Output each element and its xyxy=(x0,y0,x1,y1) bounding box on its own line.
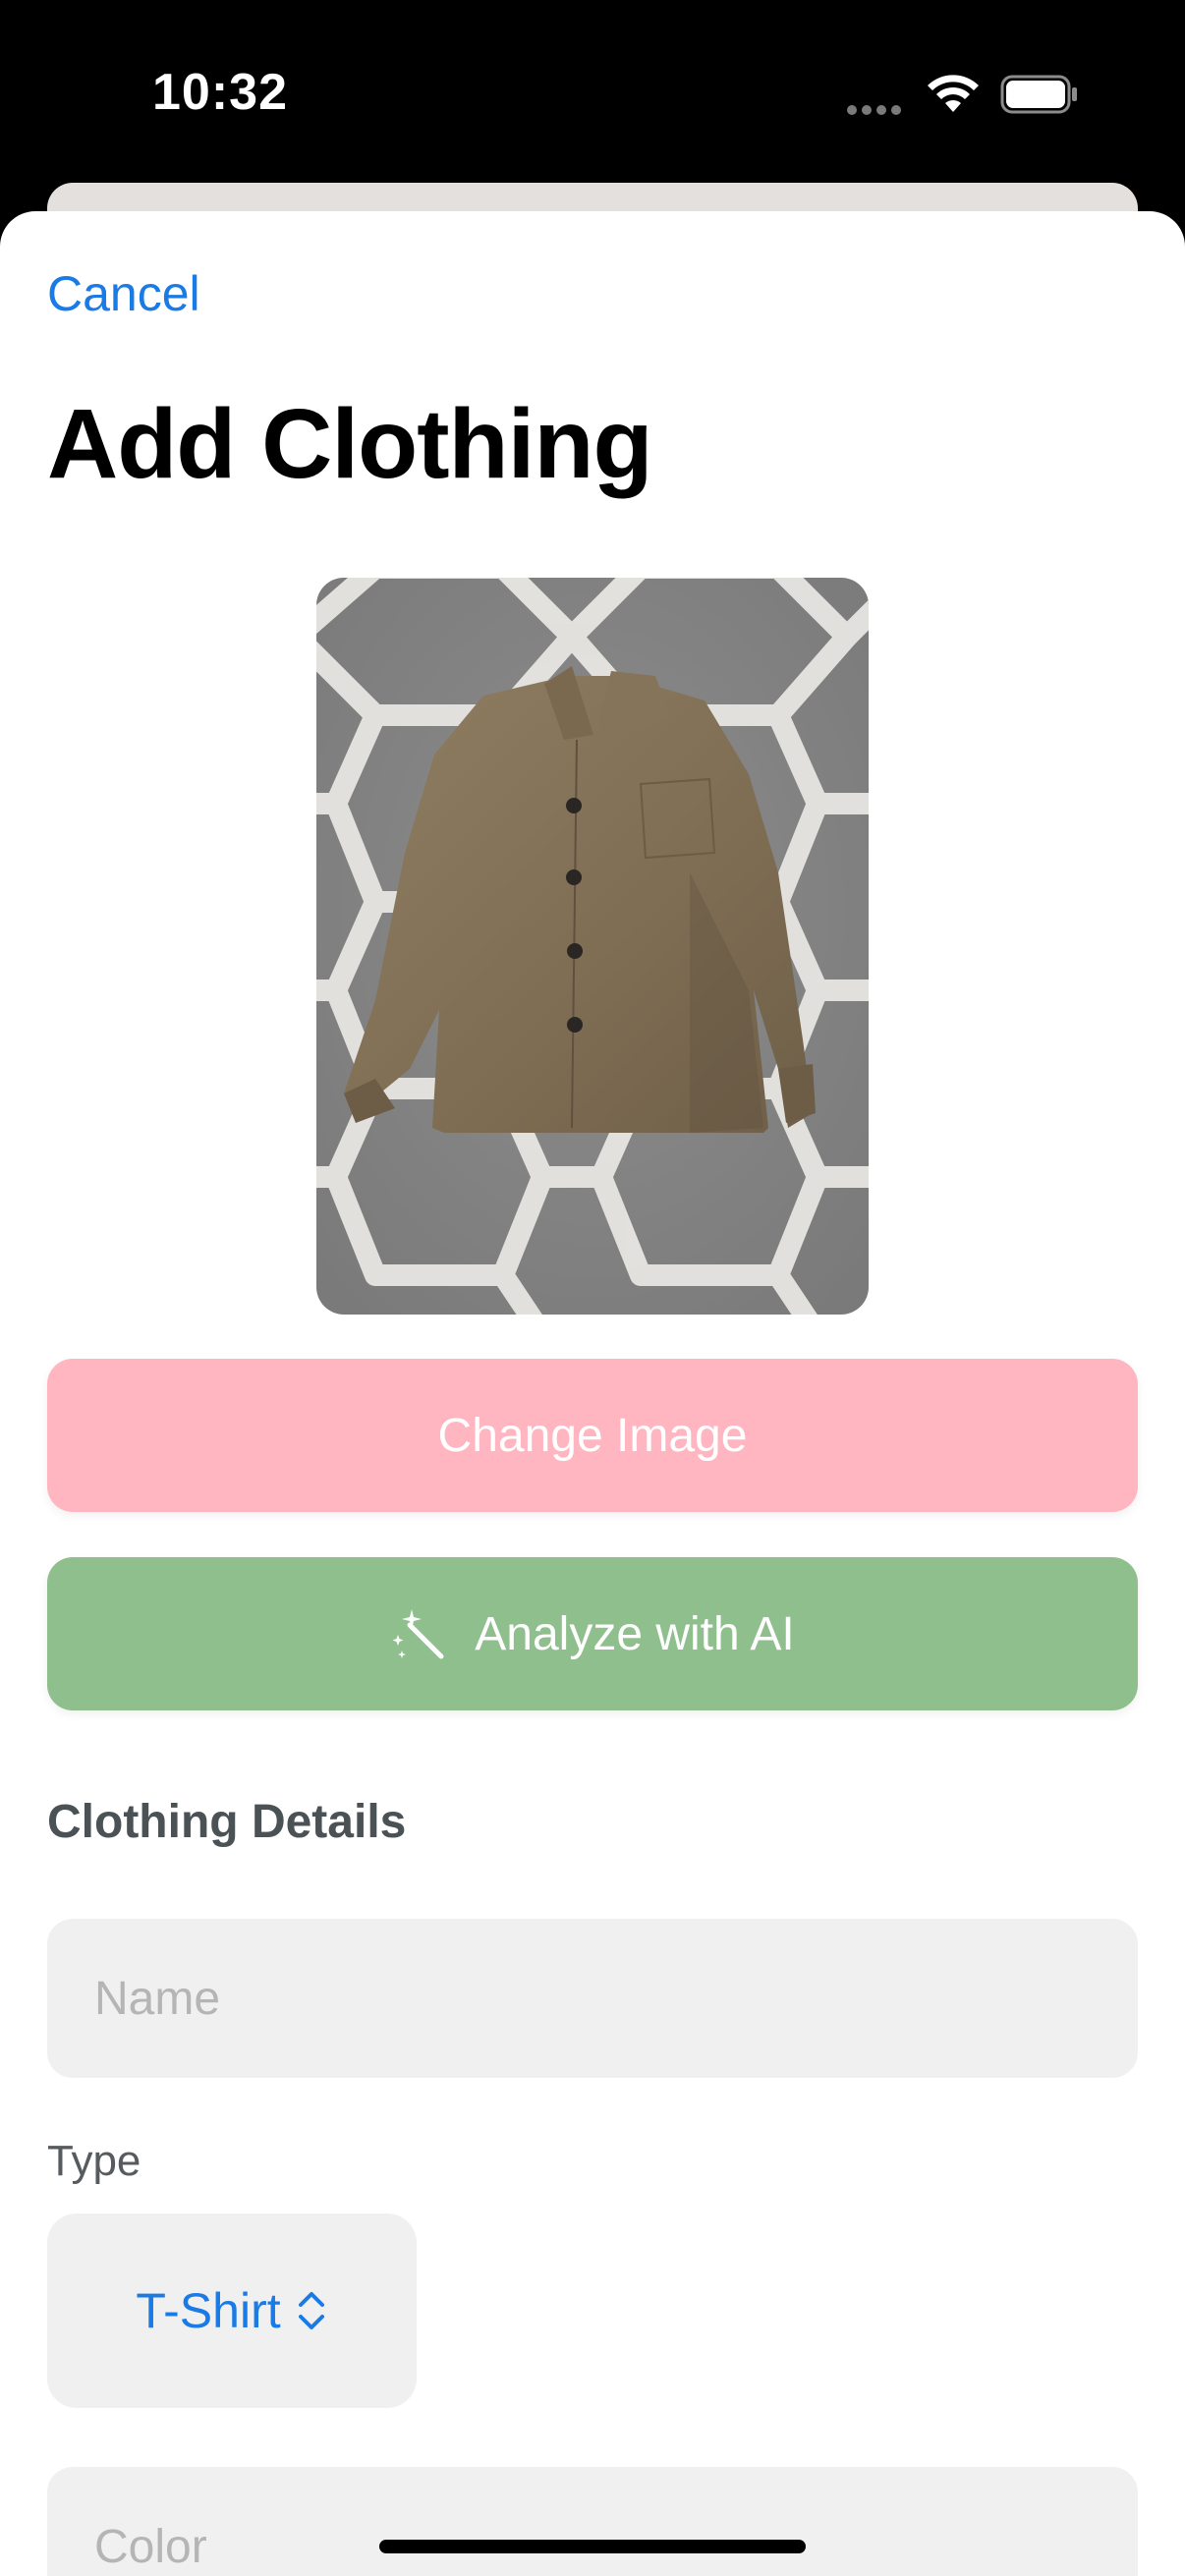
name-field[interactable] xyxy=(47,1919,1138,2078)
analyze-with-ai-button[interactable]: Analyze with AI xyxy=(47,1557,1138,1710)
change-image-label: Change Image xyxy=(437,1409,748,1462)
cellular-signal-icon xyxy=(847,102,906,115)
change-image-button[interactable]: Change Image xyxy=(47,1359,1138,1512)
add-clothing-sheet: Cancel Add Clothing Change Image Analyze… xyxy=(0,211,1185,2576)
page-title: Add Clothing xyxy=(47,389,653,499)
home-indicator[interactable] xyxy=(379,2540,806,2553)
cancel-button[interactable]: Cancel xyxy=(47,265,200,322)
wifi-icon xyxy=(928,75,979,112)
clothing-photo xyxy=(316,578,869,1315)
screen: 10:32 Cancel Add Clothing Change Image A… xyxy=(0,0,1185,2576)
color-field[interactable] xyxy=(47,2467,1138,2576)
type-picker[interactable]: T-Shirt xyxy=(47,2213,417,2408)
clothing-details-header: Clothing Details xyxy=(47,1796,407,1848)
magic-wand-icon xyxy=(392,1609,444,1659)
battery-icon xyxy=(1000,75,1077,114)
status-bar: 10:32 xyxy=(0,0,1185,187)
type-picker-value: T-Shirt xyxy=(136,2283,281,2338)
type-label: Type xyxy=(47,2137,141,2185)
status-time: 10:32 xyxy=(152,64,288,121)
chevron-up-down-icon xyxy=(298,2292,324,2329)
analyze-with-ai-label: Analyze with AI xyxy=(475,1607,795,1660)
